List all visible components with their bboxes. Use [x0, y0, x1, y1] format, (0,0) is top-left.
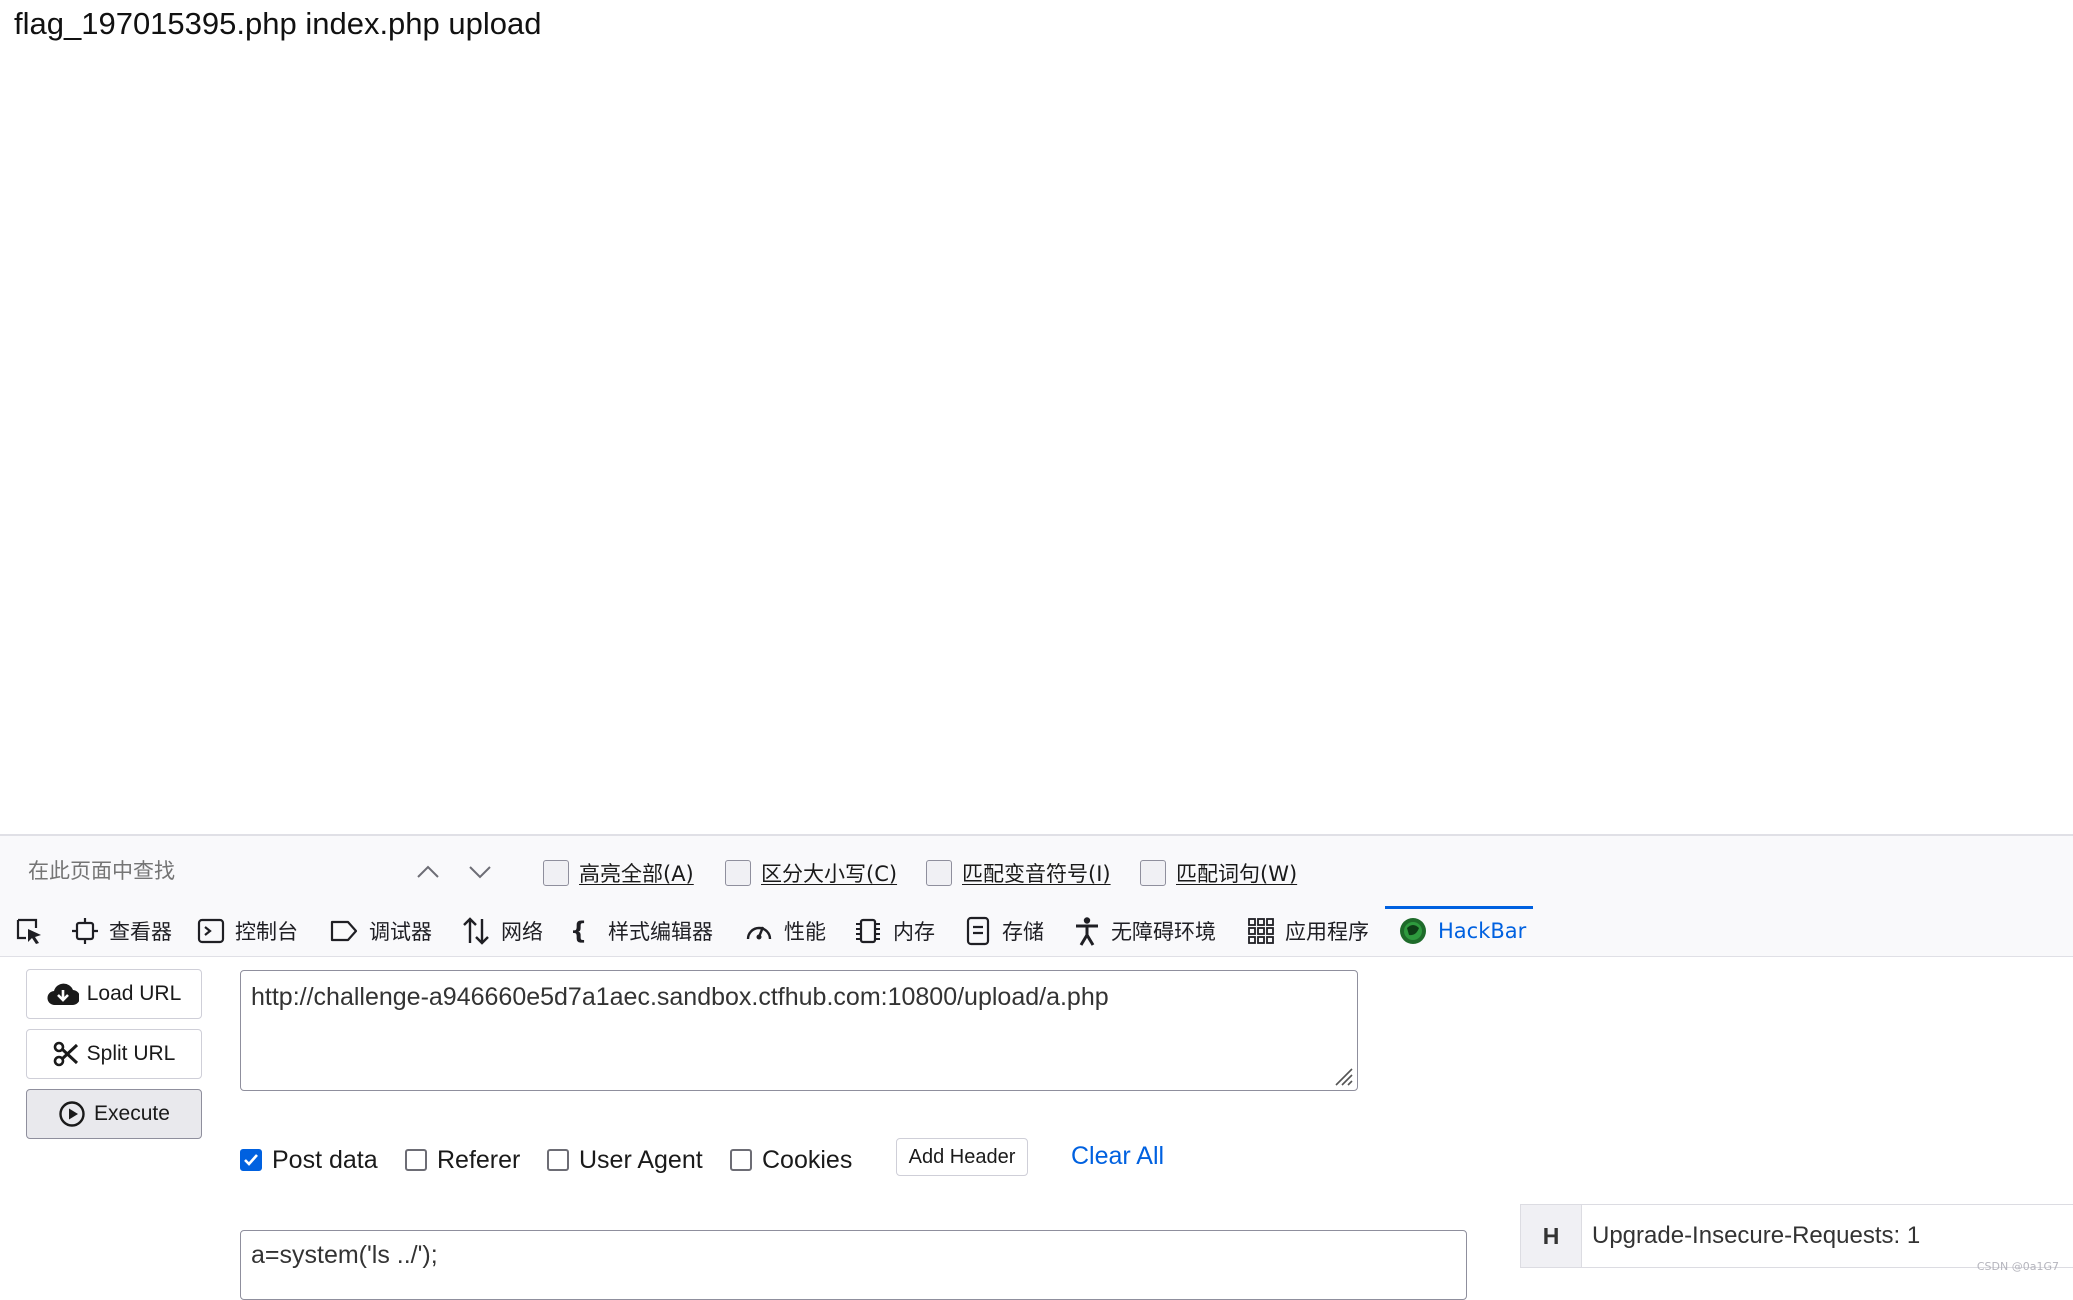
tab-performance[interactable]: 性能: [744, 906, 826, 956]
tab-memory-label: 内存: [893, 920, 935, 944]
tab-accessibility-label: 无障碍环境: [1111, 920, 1216, 944]
style-editor-icon: { }: [570, 917, 598, 945]
whole-words-label: 匹配词句(W): [1176, 862, 1298, 886]
url-text: http://challenge-a946660e5d7a1aec.sandbo…: [251, 983, 1109, 1011]
performance-icon: [746, 926, 772, 940]
tab-debugger-label: 调试器: [369, 920, 432, 944]
load-url-label: Load URL: [86, 982, 182, 1005]
tab-performance-label: 性能: [784, 920, 826, 944]
cookies-checkbox[interactable]: [730, 1149, 752, 1171]
execute-label: Execute: [94, 1102, 170, 1125]
svg-text:{ }: { }: [570, 917, 598, 945]
memory-icon: [856, 918, 880, 944]
tab-network-label: 网络: [501, 920, 543, 944]
split-url-button[interactable]: Split URL: [26, 1029, 202, 1079]
storage-icon: [966, 916, 990, 946]
tab-style-editor[interactable]: { } 样式编辑器: [570, 906, 713, 956]
referer-label: Referer: [437, 1145, 521, 1174]
highlight-all-label: 高亮全部(A): [579, 862, 694, 886]
match-diacritics-checkbox[interactable]: [926, 860, 952, 886]
tab-storage-label: 存储: [1002, 920, 1044, 944]
tab-hackbar[interactable]: HackBar: [1398, 906, 1526, 956]
debugger-icon: [330, 920, 358, 942]
url-textarea[interactable]: http://challenge-a946660e5d7a1aec.sandbo…: [240, 970, 1358, 1091]
add-header-button[interactable]: Add Header: [896, 1138, 1028, 1176]
header-row: H Upgrade-Insecure-Requests: 1: [1520, 1204, 2073, 1268]
post-data-label: Post data: [272, 1145, 378, 1174]
find-next-button[interactable]: [458, 850, 502, 894]
user-agent-checkbox[interactable]: [547, 1149, 569, 1171]
tab-memory[interactable]: 内存: [853, 906, 935, 956]
application-icon: [1248, 918, 1274, 944]
user-agent-option[interactable]: User Agent: [547, 1140, 703, 1180]
devtools-toolbar: 查看器 控制台 调试器 网络 { } 样式编辑器 性能: [0, 906, 2073, 957]
highlight-all-checkbox[interactable]: [543, 860, 569, 886]
tab-storage[interactable]: 存储: [964, 906, 1044, 956]
post-data-textarea[interactable]: a=system('ls ../');: [240, 1230, 1467, 1300]
whole-words-option[interactable]: 匹配词句(W): [1140, 856, 1297, 890]
hackbar-panel: Load URL Split URL Execute http://challe…: [0, 957, 2073, 1300]
page-body-text: flag_197015395.php index.php upload: [14, 6, 542, 41]
watermark: CSDN @0a1G7: [1976, 1260, 2059, 1273]
match-case-option[interactable]: 区分大小写(C): [725, 856, 897, 890]
user-agent-label: User Agent: [579, 1145, 703, 1174]
tab-inspector[interactable]: 查看器: [71, 906, 172, 956]
cookies-label: Cookies: [762, 1145, 853, 1174]
highlight-all-option[interactable]: 高亮全部(A): [543, 856, 694, 890]
split-url-label: Split URL: [86, 1042, 176, 1065]
tab-debugger[interactable]: 调试器: [329, 906, 432, 956]
post-data-checkbox[interactable]: [240, 1149, 262, 1171]
hackbar-icon: [1400, 918, 1426, 944]
tab-style-editor-label: 样式编辑器: [608, 920, 713, 944]
match-case-checkbox[interactable]: [725, 860, 751, 886]
element-picker-icon: [16, 918, 41, 944]
match-case-label: 区分大小写(C): [761, 862, 898, 886]
find-previous-button[interactable]: [406, 850, 450, 894]
execute-button[interactable]: Execute: [26, 1089, 202, 1139]
clear-all-link[interactable]: Clear All: [1071, 1142, 1164, 1171]
tab-console-label: 控制台: [235, 920, 298, 944]
network-icon: [463, 917, 489, 945]
header-value-field[interactable]: Upgrade-Insecure-Requests: 1: [1582, 1205, 1920, 1267]
tab-inspector-label: 查看器: [109, 920, 172, 944]
tab-application-label: 应用程序: [1285, 920, 1369, 944]
post-data-option[interactable]: Post data: [240, 1140, 378, 1180]
inspector-icon: [72, 918, 98, 944]
match-diacritics-option[interactable]: 匹配变音符号(I): [926, 856, 1111, 890]
referer-checkbox[interactable]: [405, 1149, 427, 1171]
whole-words-checkbox[interactable]: [1140, 860, 1166, 886]
scissors-icon: [53, 1041, 78, 1067]
tab-network[interactable]: 网络: [461, 906, 543, 956]
chevron-up-icon: [417, 865, 439, 878]
tab-console[interactable]: 控制台: [197, 906, 298, 956]
cloud-download-icon: [47, 983, 79, 1006]
header-key-badge[interactable]: H: [1521, 1205, 1582, 1267]
element-picker-button[interactable]: [14, 906, 44, 956]
match-diacritics-label: 匹配变音符号(I): [962, 862, 1111, 886]
post-data-text: a=system('ls ../');: [251, 1241, 438, 1269]
referer-option[interactable]: Referer: [405, 1140, 520, 1180]
find-in-page-input[interactable]: [14, 846, 394, 896]
cookies-option[interactable]: Cookies: [730, 1140, 852, 1180]
console-icon: [197, 918, 225, 944]
tab-application[interactable]: 应用程序: [1247, 906, 1369, 956]
checkmark-icon: [244, 1154, 258, 1166]
find-bar: 高亮全部(A) 区分大小写(C) 匹配变音符号(I) 匹配词句(W): [0, 834, 2073, 909]
load-url-button[interactable]: Load URL: [26, 969, 202, 1019]
accessibility-icon: [1076, 917, 1098, 946]
play-circle-icon: [59, 1101, 85, 1127]
chevron-down-icon: [469, 866, 491, 879]
resize-grip-icon[interactable]: [1330, 1063, 1354, 1087]
tab-hackbar-label: HackBar: [1438, 919, 1527, 943]
tab-accessibility[interactable]: 无障碍环境: [1073, 906, 1216, 956]
